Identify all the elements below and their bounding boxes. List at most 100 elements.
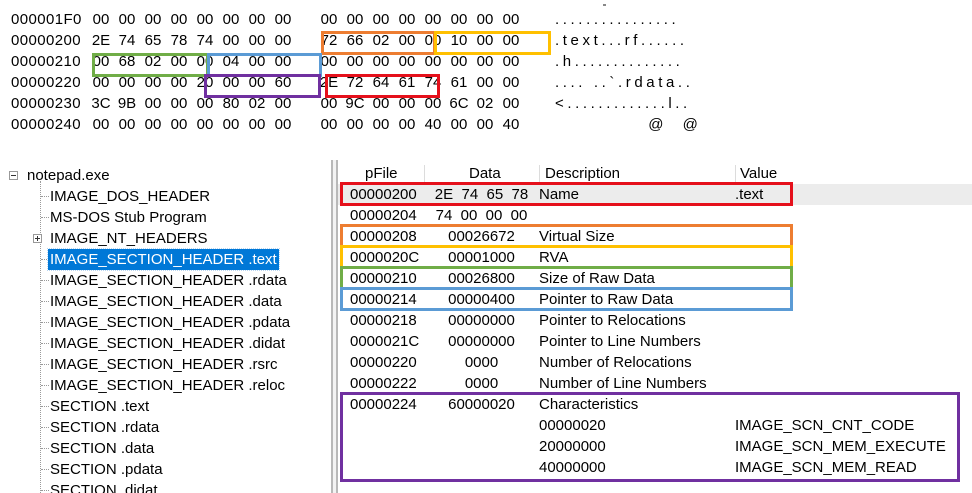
- cell-description: Number of Line Numbers: [539, 375, 707, 392]
- hex-byte[interactable]: 00: [316, 114, 342, 135]
- hex-row[interactable]: 00000230 3C 9B 00 00 00 80 02 00 00 9C 00 00 00 6C 02 00…: [0, 93, 972, 114]
- hex-byte[interactable]: 40: [420, 114, 446, 135]
- table-row[interactable]: 00000220 0000 Number of Relocations: [338, 352, 972, 373]
- hex-highlight-virtual-size: [321, 31, 436, 55]
- tree-node[interactable]: IMAGE_SECTION_HEADER .reloc: [0, 375, 331, 396]
- hex-byte[interactable]: 00: [244, 114, 270, 135]
- column-header-pfile[interactable]: pFile: [365, 164, 398, 184]
- tree-node[interactable]: IMAGE_SECTION_HEADER .data: [0, 291, 331, 312]
- hex-byte[interactable]: 00: [342, 114, 368, 135]
- table-row[interactable]: 00000218 00000000 Pointer to Relocations: [338, 310, 972, 331]
- hex-byte[interactable]: 65: [140, 30, 166, 51]
- hex-byte[interactable]: 00: [140, 114, 166, 135]
- hex-byte[interactable]: 00: [394, 9, 420, 30]
- tree-node[interactable]: IMAGE_DOS_HEADER: [0, 186, 331, 207]
- pane-splitter[interactable]: [331, 160, 338, 493]
- hex-ascii: <.............l..: [555, 95, 691, 112]
- hex-byte[interactable]: 00: [88, 114, 114, 135]
- hex-byte[interactable]: 00: [498, 93, 524, 114]
- hex-byte[interactable]: 00: [394, 114, 420, 135]
- hex-row[interactable]: 000001F0 00 00 00 00 00 00 00 00 00 00 00 00 00 00 00 00…: [0, 9, 972, 30]
- expand-icon[interactable]: [33, 234, 42, 243]
- hex-byte[interactable]: 00: [270, 114, 296, 135]
- hex-byte[interactable]: 00: [420, 9, 446, 30]
- table-row[interactable]: 00000222 0000 Number of Line Numbers: [338, 373, 972, 394]
- tree-node[interactable]: IMAGE_NT_HEADERS: [0, 228, 331, 249]
- column-header-data[interactable]: Data: [469, 164, 501, 184]
- hex-byte[interactable]: 00: [446, 9, 472, 30]
- hex-byte[interactable]: 00: [342, 9, 368, 30]
- tree-node[interactable]: SECTION .data: [0, 438, 331, 459]
- column-header-value[interactable]: Value: [740, 164, 777, 184]
- file-structure-tree[interactable]: notepad.exe IMAGE_DOS_HEADER MS-DOS Stub …: [0, 160, 331, 493]
- hex-byte[interactable]: 00: [140, 93, 166, 114]
- hex-byte[interactable]: 00: [472, 72, 498, 93]
- cell-data: 0000: [464, 354, 499, 371]
- tree-node[interactable]: SECTION .pdata: [0, 459, 331, 480]
- hex-byte[interactable]: 00: [166, 93, 192, 114]
- tree-node[interactable]: IMAGE_SECTION_HEADER .pdata: [0, 312, 331, 333]
- column-divider[interactable]: [735, 165, 736, 183]
- table-row[interactable]: 0000021C 00000000 Pointer to Line Numbers: [338, 331, 972, 352]
- tree-node[interactable]: SECTION .text: [0, 396, 331, 417]
- tree-node[interactable]: SECTION .didat: [0, 480, 331, 493]
- hex-byte[interactable]: 00: [218, 30, 244, 51]
- hex-row[interactable]: 00000240 00 00 00 00 00 00 00 00 00 00 00 00 40 00 00 40…: [0, 114, 972, 135]
- hex-byte[interactable]: 00: [472, 114, 498, 135]
- hex-byte[interactable]: 00: [244, 9, 270, 30]
- hex-highlight-next-name: [325, 74, 440, 98]
- hex-byte[interactable]: 2E: [88, 30, 114, 51]
- hex-byte[interactable]: 00: [244, 30, 270, 51]
- cell-data: 00000000: [448, 333, 515, 350]
- tree-root-node[interactable]: notepad.exe: [0, 165, 331, 186]
- hex-dump-pane[interactable]: 000001F0 00 00 00 00 00 00 00 00 00 00 00 00 00 00 00 00…: [0, 0, 972, 142]
- hex-byte[interactable]: 40: [498, 114, 524, 135]
- tree-node-label: MS-DOS Stub Program: [50, 209, 207, 226]
- hex-byte[interactable]: 00: [88, 9, 114, 30]
- column-header-description[interactable]: Description: [545, 164, 620, 184]
- hex-byte[interactable]: 61: [446, 72, 472, 93]
- tree-node-label: IMAGE_SECTION_HEADER .reloc: [50, 377, 286, 394]
- table-row[interactable]: 00000204 74 00 00 00: [338, 205, 972, 226]
- hex-byte[interactable]: 02: [472, 93, 498, 114]
- hex-byte[interactable]: 00: [498, 9, 524, 30]
- column-divider[interactable]: [424, 165, 425, 183]
- hex-ascii: ................: [555, 11, 680, 28]
- hex-byte[interactable]: 00: [218, 114, 244, 135]
- tree-node[interactable]: IMAGE_SECTION_HEADER .rsrc: [0, 354, 331, 375]
- hex-byte[interactable]: 00: [140, 9, 166, 30]
- hex-byte[interactable]: 74: [114, 30, 140, 51]
- column-divider[interactable]: [539, 165, 540, 183]
- tree-node[interactable]: IMAGE_SECTION_HEADER .rdata: [0, 270, 331, 291]
- hex-byte[interactable]: 00: [114, 114, 140, 135]
- collapse-icon[interactable]: [9, 171, 18, 180]
- hex-byte[interactable]: 00: [472, 9, 498, 30]
- hex-byte[interactable]: 9B: [114, 93, 140, 114]
- hex-byte[interactable]: 00: [166, 114, 192, 135]
- hex-byte[interactable]: 00: [368, 9, 394, 30]
- tree-node[interactable]: SECTION .rdata: [0, 417, 331, 438]
- hex-highlight-size-of-raw-data: [92, 53, 209, 77]
- section-header-table[interactable]: pFile Data Description Value 00000200 2E …: [338, 160, 972, 493]
- hex-byte[interactable]: 00: [270, 30, 296, 51]
- hex-byte[interactable]: 00: [498, 72, 524, 93]
- tree-node[interactable]: IMAGE_SECTION_HEADER .text: [0, 248, 331, 271]
- hex-byte[interactable]: 00: [114, 9, 140, 30]
- hex-byte[interactable]: 74: [192, 30, 218, 51]
- hex-byte[interactable]: 00: [192, 9, 218, 30]
- hex-byte[interactable]: 00: [368, 114, 394, 135]
- hex-byte[interactable]: 00: [218, 9, 244, 30]
- cell-description: Number of Relocations: [539, 354, 692, 371]
- hex-byte[interactable]: 00: [270, 9, 296, 30]
- row-highlight-characteristics: [340, 392, 960, 482]
- hex-byte[interactable]: 00: [316, 9, 342, 30]
- hex-byte[interactable]: 3C: [88, 93, 114, 114]
- hex-byte[interactable]: 00: [192, 114, 218, 135]
- tree-node[interactable]: IMAGE_SECTION_HEADER .didat: [0, 333, 331, 354]
- tree-node[interactable]: MS-DOS Stub Program: [0, 207, 331, 228]
- hex-byte[interactable]: 00: [446, 114, 472, 135]
- hex-byte[interactable]: 6C: [446, 93, 472, 114]
- hex-address: 00000240: [11, 116, 81, 133]
- hex-byte[interactable]: 00: [166, 9, 192, 30]
- hex-byte[interactable]: 78: [166, 30, 192, 51]
